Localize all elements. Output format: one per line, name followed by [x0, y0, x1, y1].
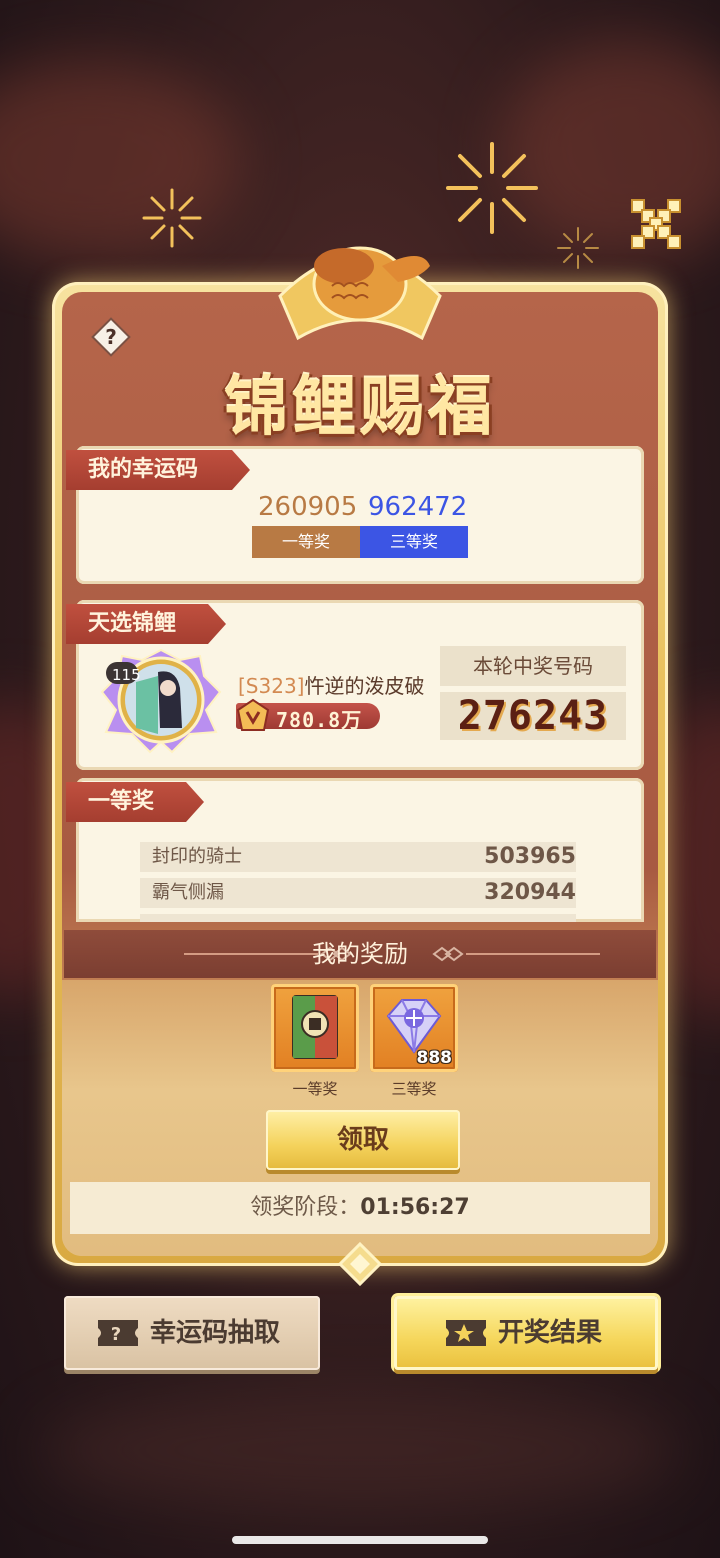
player-level: 115 — [112, 666, 141, 684]
ornament-icon — [337, 1241, 383, 1287]
claim-stage-text: 领奖阶段：01:56:27 — [70, 1182, 650, 1234]
player-avatar[interactable] — [100, 648, 222, 754]
prize-tag-third: 三等奖 — [360, 526, 468, 558]
winner-code: 503965 — [484, 844, 576, 869]
winning-number-label: 本轮中奖号码 — [440, 646, 626, 686]
svg-text:?: ? — [111, 1324, 121, 1345]
lucky-code-2: 962472 — [368, 492, 468, 522]
first-prize-heading: 一等奖 — [66, 782, 204, 822]
divider-right-icon — [432, 946, 600, 962]
card-pack-icon — [292, 995, 338, 1059]
firework-decoration — [557, 227, 599, 269]
prize-tag-first: 一等奖 — [252, 526, 360, 558]
power-icon — [236, 698, 270, 731]
results-button[interactable]: 开奖结果 — [394, 1296, 658, 1370]
firework-decoration — [142, 188, 202, 248]
reward-count: 888 — [416, 1048, 453, 1068]
player-server: [S323] — [238, 674, 305, 698]
winning-number-box: 276243 — [440, 692, 626, 740]
winner-name: 封印的骑士 — [152, 846, 242, 867]
results-label: 开奖结果 — [498, 1318, 603, 1348]
claim-stage-timer: 01:56:27 — [360, 1195, 470, 1220]
winner-name: 霸气侧漏 — [152, 882, 224, 903]
close-icon — [631, 199, 681, 249]
home-indicator[interactable] — [232, 1536, 488, 1544]
list-item: 封印的骑士 503965 — [140, 842, 576, 872]
ticket-question-icon: ? — [98, 1320, 138, 1346]
claim-button[interactable]: 领取 — [266, 1110, 460, 1170]
help-icon[interactable]: ? — [90, 316, 132, 358]
lucky-draw-button[interactable]: ? 幸运码抽取 — [64, 1296, 320, 1370]
winning-number: 276243 — [457, 693, 609, 739]
power-value: 780.8万 — [276, 708, 363, 732]
lucky-code-1: 260905 — [258, 492, 358, 522]
page-title: 锦鲤赐福 — [224, 370, 496, 445]
svg-text:?: ? — [105, 325, 117, 349]
reward-item-third[interactable]: 888 — [370, 984, 458, 1072]
koi-crest-icon — [278, 246, 442, 341]
close-button[interactable] — [628, 196, 684, 252]
player-name: [S323]忤逆的泼皮破 — [238, 670, 424, 699]
list-item: 霸气侧漏 320944 — [140, 878, 576, 908]
ticket-star-icon — [446, 1320, 486, 1346]
reward-label-first: 一等奖 — [292, 1080, 338, 1098]
claim-stage-bar: 领奖阶段：01:56:27 — [70, 1182, 650, 1234]
winner-code: 320944 — [484, 880, 576, 905]
lucky-draw-label: 幸运码抽取 — [150, 1318, 281, 1348]
list-item-partial — [140, 914, 576, 922]
claim-stage-label: 领奖阶段： — [250, 1195, 361, 1220]
firework-decoration — [446, 142, 538, 234]
reward-label-third: 三等奖 — [391, 1080, 437, 1098]
player-name-text: 忤逆的泼皮破 — [304, 674, 425, 698]
reward-item-first[interactable] — [271, 984, 359, 1072]
lucky-code-heading: 我的幸运码 — [66, 450, 250, 490]
koi-heading: 天选锦鲤 — [66, 604, 226, 644]
rewards-header: 我的奖励 — [64, 930, 656, 978]
